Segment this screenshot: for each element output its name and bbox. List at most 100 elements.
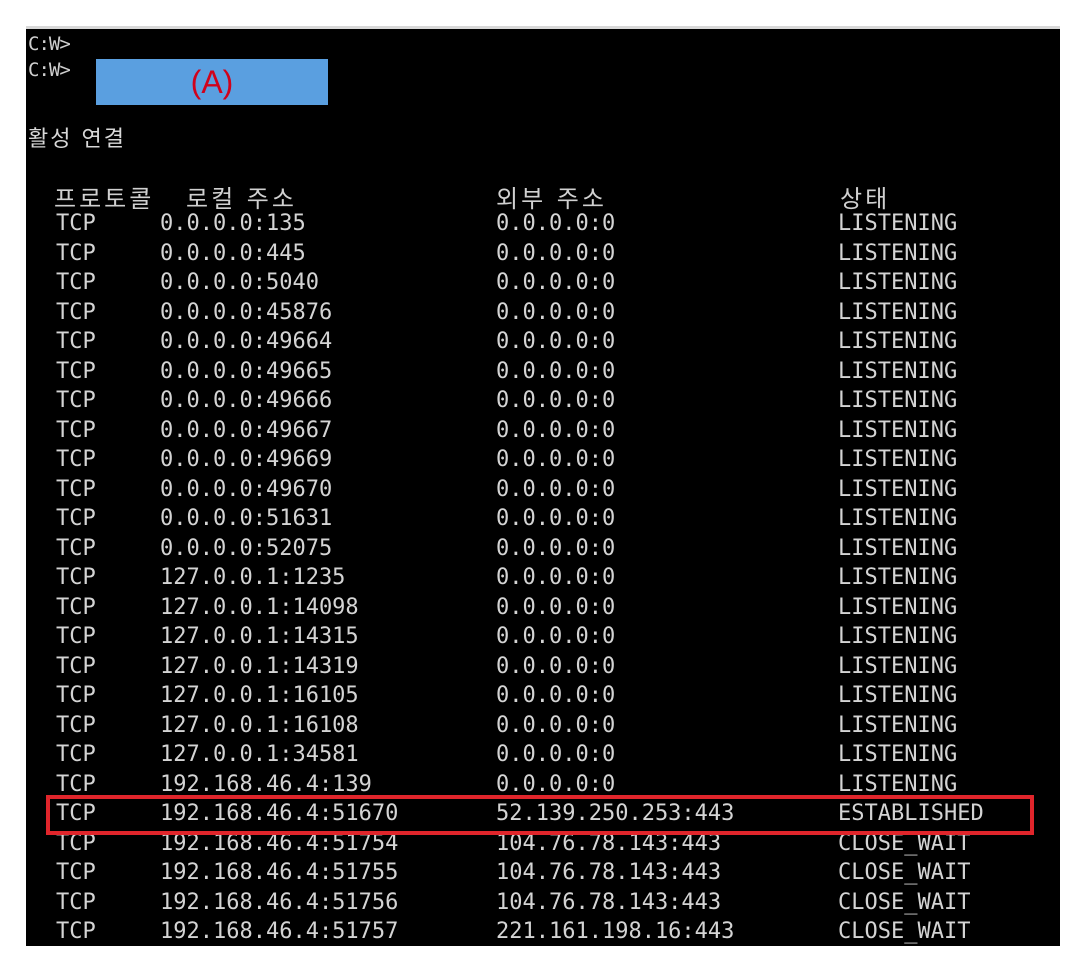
cell-protocol: TCP: [56, 919, 96, 944]
table-row: TCP 0.0.0.0:445 0.0.0.0:0 LISTENING: [26, 239, 1060, 269]
cell-foreign-address: 104.76.78.143:443: [496, 860, 722, 885]
cell-foreign-address: 104.76.78.143:443: [496, 889, 722, 915]
cell-local-address: 0.0.0.0:49666: [160, 388, 333, 413]
cell-foreign-address: 52.139.250.253:443: [496, 801, 735, 826]
cell-foreign-address: 0.0.0.0:0: [496, 447, 616, 472]
cell-state: CLOSE_WAIT: [838, 830, 971, 856]
cell-local-address: 0.0.0.0:5040: [160, 270, 319, 295]
cell-foreign-address: 0.0.0.0:0: [496, 565, 616, 590]
cell-state: LISTENING: [838, 535, 958, 561]
table-row: TCP 0.0.0.0:49666 0.0.0.0:0 LISTENING: [26, 386, 1060, 416]
cell-foreign-address: 0.0.0.0:0: [496, 211, 616, 236]
cell-foreign-address: 0.0.0.0:0: [496, 506, 616, 531]
cell-state: LISTENING: [838, 447, 958, 472]
cell-state: LISTENING: [838, 565, 958, 590]
cell-protocol: TCP: [56, 565, 96, 590]
cell-protocol: TCP: [56, 624, 96, 649]
cell-foreign-address: 221.161.198.16:443: [496, 919, 735, 944]
cell-local-address: 0.0.0.0:52075: [160, 535, 333, 561]
command-placeholder-label: (A): [190, 63, 234, 100]
cell-foreign-address: 0.0.0.0:0: [496, 358, 616, 384]
cell-protocol: TCP: [56, 388, 96, 413]
table-row: TCP 0.0.0.0:49669 0.0.0.0:0 LISTENING: [26, 445, 1060, 475]
cell-local-address: 0.0.0.0:49670: [160, 476, 333, 502]
table-row: TCP 0.0.0.0:49665 0.0.0.0:0 LISTENING: [26, 357, 1060, 387]
cell-state: LISTENING: [838, 624, 958, 649]
cell-local-address: 0.0.0.0:49669: [160, 447, 333, 472]
cell-protocol: TCP: [56, 506, 96, 531]
cell-state: LISTENING: [838, 388, 958, 413]
cell-local-address: 192.168.46.4:51757: [160, 919, 399, 944]
cell-protocol: TCP: [56, 211, 96, 236]
cell-protocol: TCP: [56, 712, 96, 738]
cell-local-address: 0.0.0.0:45876: [160, 299, 333, 325]
cell-protocol: TCP: [56, 417, 96, 443]
cell-local-address: 127.0.0.1:14315: [160, 624, 359, 649]
table-row: TCP 192.168.46.4:51670 52.139.250.253:443 E…: [26, 799, 1060, 829]
cell-state: LISTENING: [838, 683, 958, 708]
cell-protocol: TCP: [56, 860, 96, 885]
cell-state: LISTENING: [838, 329, 958, 354]
cell-local-address: 192.168.46.4:51670: [160, 801, 399, 826]
cell-state: LISTENING: [838, 240, 958, 266]
table-row: TCP 0.0.0.0:49667 0.0.0.0:0 LISTENING: [26, 416, 1060, 446]
cell-state: LISTENING: [838, 299, 958, 325]
cell-local-address: 192.168.46.4:139: [160, 771, 372, 797]
cell-protocol: TCP: [56, 889, 96, 915]
cell-foreign-address: 0.0.0.0:0: [496, 240, 616, 266]
cell-local-address: 127.0.0.1:16108: [160, 712, 359, 738]
cell-state: CLOSE_WAIT: [838, 860, 971, 885]
prompt-line: C:W>: [28, 59, 71, 81]
cell-protocol: TCP: [56, 358, 96, 384]
table-row: TCP 0.0.0.0:5040 0.0.0.0:0 LISTENING: [26, 268, 1060, 298]
cell-state: CLOSE_WAIT: [838, 919, 971, 944]
cell-protocol: TCP: [56, 270, 96, 295]
cell-local-address: 192.168.46.4:51755: [160, 860, 399, 885]
cell-protocol: TCP: [56, 801, 96, 826]
cell-foreign-address: 0.0.0.0:0: [496, 624, 616, 649]
cell-state: LISTENING: [838, 358, 958, 384]
cell-state: LISTENING: [838, 742, 958, 767]
cell-protocol: TCP: [56, 329, 96, 354]
cell-foreign-address: 0.0.0.0:0: [496, 417, 616, 443]
table-row: TCP 127.0.0.1:14319 0.0.0.0:0 LISTENING: [26, 652, 1060, 682]
cell-foreign-address: 0.0.0.0:0: [496, 299, 616, 325]
cell-foreign-address: 0.0.0.0:0: [496, 388, 616, 413]
cell-local-address: 0.0.0.0:49667: [160, 417, 333, 443]
cell-protocol: TCP: [56, 299, 96, 325]
cell-foreign-address: 0.0.0.0:0: [496, 270, 616, 295]
table-row: TCP 127.0.0.1:16108 0.0.0.0:0 LISTENING: [26, 711, 1060, 741]
cell-foreign-address: 0.0.0.0:0: [496, 771, 616, 797]
command-input-box[interactable]: (A): [96, 59, 328, 105]
cell-protocol: TCP: [56, 476, 96, 502]
cell-state: LISTENING: [838, 712, 958, 738]
connections-table: TCP 0.0.0.0:135 0.0.0.0:0 LISTENING TCP 0.0.0…: [26, 209, 1060, 946]
cell-state: LISTENING: [838, 506, 958, 531]
cell-state: LISTENING: [838, 211, 958, 236]
cell-protocol: TCP: [56, 240, 96, 266]
cell-local-address: 127.0.0.1:14098: [160, 594, 359, 620]
table-row: TCP 0.0.0.0:135 0.0.0.0:0 LISTENING: [26, 209, 1060, 239]
table-row: TCP 127.0.0.1:14315 0.0.0.0:0 LISTENING: [26, 622, 1060, 652]
table-row: TCP 192.168.46.4:51757 221.161.198.16:443 C…: [26, 917, 1060, 946]
cell-protocol: TCP: [56, 830, 96, 856]
section-title: 활성 연결: [28, 127, 126, 152]
cell-local-address: 0.0.0.0:51631: [160, 506, 333, 531]
terminal-window: C:W> C:W> (A) 활성 연결 프로토콜 로컬 주소 외부 주소 상태 …: [26, 26, 1060, 946]
cell-foreign-address: 104.76.78.143:443: [496, 830, 722, 856]
table-row: TCP 192.168.46.4:51755 104.76.78.143:443 CL…: [26, 858, 1060, 888]
cell-state: LISTENING: [838, 594, 958, 620]
cell-protocol: TCP: [56, 594, 96, 620]
cell-protocol: TCP: [56, 683, 96, 708]
cell-local-address: 192.168.46.4:51756: [160, 889, 399, 915]
cell-local-address: 127.0.0.1:1235: [160, 565, 346, 590]
table-row: TCP 127.0.0.1:16105 0.0.0.0:0 LISTENING: [26, 681, 1060, 711]
cell-protocol: TCP: [56, 742, 96, 767]
cell-foreign-address: 0.0.0.0:0: [496, 712, 616, 738]
cell-local-address: 0.0.0.0:135: [160, 211, 306, 236]
table-row: TCP 0.0.0.0:49664 0.0.0.0:0 LISTENING: [26, 327, 1060, 357]
table-row: TCP 0.0.0.0:51631 0.0.0.0:0 LISTENING: [26, 504, 1060, 534]
table-row: TCP 192.168.46.4:51754 104.76.78.143:443 CL…: [26, 829, 1060, 859]
cell-state: LISTENING: [838, 417, 958, 443]
cell-foreign-address: 0.0.0.0:0: [496, 535, 616, 561]
